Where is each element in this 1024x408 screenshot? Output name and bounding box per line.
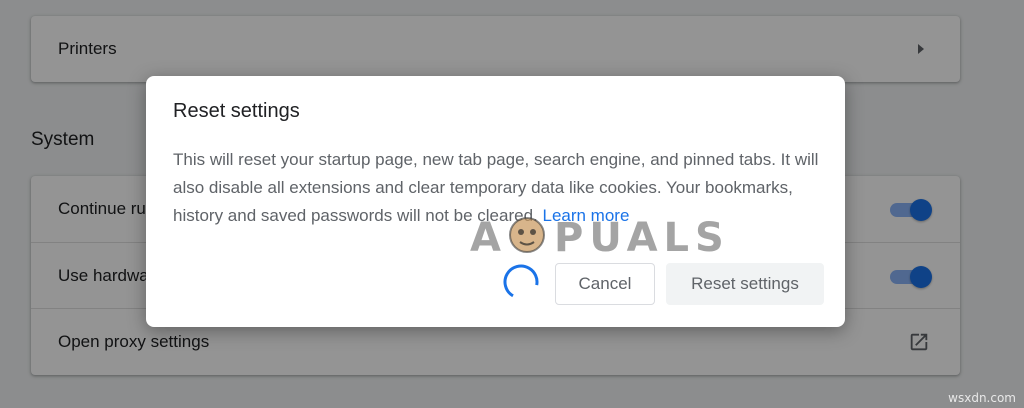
loading-spinner-icon (503, 264, 539, 300)
site-watermark: wsxdn.com (948, 391, 1016, 405)
appuals-watermark-logo: A PUALS (470, 215, 730, 261)
reset-settings-button[interactable]: Reset settings (666, 263, 824, 305)
cancel-button[interactable]: Cancel (555, 263, 655, 305)
svg-text:A: A (470, 215, 507, 261)
reset-settings-dialog: Reset settings This will reset your star… (146, 76, 845, 327)
svg-text:PUALS: PUALS (554, 215, 730, 261)
dialog-title: Reset settings (173, 100, 300, 122)
